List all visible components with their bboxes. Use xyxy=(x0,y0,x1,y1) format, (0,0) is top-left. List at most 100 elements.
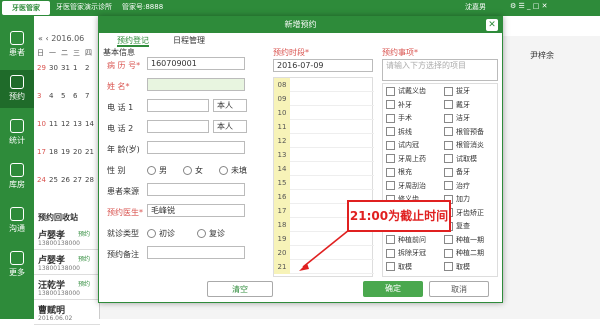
radio-icon xyxy=(183,166,192,175)
calendar-day[interactable]: 25 xyxy=(49,176,58,184)
clear-button[interactable]: 清空 xyxy=(207,281,273,297)
form-input-6[interactable] xyxy=(147,183,245,196)
calendar-day[interactable]: 21 xyxy=(85,148,94,156)
form-input-3[interactable] xyxy=(147,120,209,133)
item-label: 牙周刮治 xyxy=(398,181,426,190)
form-input-9[interactable] xyxy=(147,246,245,259)
date-picker[interactable]: 2016-07-09 xyxy=(273,59,373,72)
calendar-day[interactable]: 6 xyxy=(73,92,77,100)
calendar-day[interactable]: 30 xyxy=(49,64,58,72)
cancel-button[interactable]: 取消 xyxy=(429,281,489,297)
item-checkbox[interactable]: 种植一期 xyxy=(444,235,484,245)
calendar-day[interactable]: 26 xyxy=(61,176,70,184)
time-slot[interactable]: 11 xyxy=(274,120,374,134)
relation-select[interactable]: 本人 xyxy=(213,99,247,112)
time-slot[interactable]: 12 xyxy=(274,134,374,148)
patient-card[interactable]: 曹赋明 2016.06.02 xyxy=(34,301,100,325)
sidebar-item-0[interactable]: 患者 xyxy=(0,26,34,64)
window-controls[interactable]: ⚙ ☰ _ □ ✕ xyxy=(510,2,547,10)
calendar-day[interactable]: 29 xyxy=(37,64,46,72)
form-input-4[interactable] xyxy=(147,141,245,154)
item-checkbox[interactable]: 试内冠 xyxy=(386,140,419,150)
checkbox-icon xyxy=(386,100,395,109)
form-input-1[interactable] xyxy=(147,78,245,91)
item-checkbox[interactable]: 牙周刮治 xyxy=(386,181,426,191)
relation-select[interactable]: 本人 xyxy=(213,120,247,133)
confirm-button[interactable]: 确定 xyxy=(363,281,423,297)
calendar-day[interactable]: 10 xyxy=(37,120,46,128)
item-checkbox[interactable]: 取模 xyxy=(444,262,470,272)
sidebar-item-3[interactable]: 库房 xyxy=(0,158,34,196)
form-input-2[interactable] xyxy=(147,99,209,112)
clinic-name: 牙医管家演示诊所 xyxy=(56,3,112,11)
item-checkbox[interactable]: 根管预备 xyxy=(444,127,484,137)
items-search-placeholder: 请输入下方选择的项目 xyxy=(386,61,466,70)
manager-id: 管家号:8888 xyxy=(122,3,164,11)
calendar-day[interactable]: 27 xyxy=(73,176,82,184)
item-checkbox[interactable]: 拆线 xyxy=(386,127,412,137)
tab-register[interactable]: 预约登记 xyxy=(117,35,149,47)
calendar-day[interactable]: 19 xyxy=(61,148,70,156)
patient-card[interactable]: 卢婴孝 预约 13800138000 xyxy=(34,251,100,275)
user-name[interactable]: 沈嘉男 xyxy=(465,2,486,12)
calendar-day[interactable]: 14 xyxy=(85,120,94,128)
gender-label: 女 xyxy=(195,166,203,175)
item-checkbox[interactable]: 补牙 xyxy=(386,100,412,110)
time-slot[interactable]: 14 xyxy=(274,162,374,176)
time-slot[interactable]: 09 xyxy=(274,92,374,106)
time-slot[interactable]: 15 xyxy=(274,176,374,190)
calendar-day[interactable]: 18 xyxy=(49,148,58,156)
item-checkbox[interactable]: 治疗 xyxy=(444,181,470,191)
calendar-day[interactable]: 20 xyxy=(73,148,82,156)
visit-type-option[interactable]: 初诊 xyxy=(147,228,175,239)
form-input-0[interactable]: 160709001 xyxy=(147,57,245,70)
visit-type-option[interactable]: 复诊 xyxy=(197,228,225,239)
item-checkbox[interactable]: 手术 xyxy=(386,113,412,123)
close-icon[interactable]: ✕ xyxy=(486,19,498,31)
calendar-day[interactable]: 3 xyxy=(37,92,41,100)
calendar-day[interactable]: 2 xyxy=(85,64,89,72)
item-checkbox[interactable]: 试取模 xyxy=(444,154,477,164)
form-input-7[interactable]: 毛峰锐 xyxy=(147,204,245,217)
month-nav[interactable]: « ‹ 2016.06 xyxy=(38,34,84,43)
patient-card[interactable]: 卢婴孝 预约 13800138000 xyxy=(34,226,100,250)
item-checkbox[interactable]: 根管消炎 xyxy=(444,140,484,150)
item-checkbox[interactable]: 戴牙 xyxy=(444,100,470,110)
item-checkbox[interactable]: 根充 xyxy=(386,167,412,177)
item-checkbox[interactable]: 牙周上药 xyxy=(386,154,426,164)
item-checkbox[interactable]: 种植二期 xyxy=(444,248,484,258)
calendar-day[interactable]: 24 xyxy=(37,176,46,184)
calendar-day[interactable]: 5 xyxy=(61,92,65,100)
item-checkbox[interactable]: 拔牙 xyxy=(444,86,470,96)
tab-schedule[interactable]: 日程管理 xyxy=(173,35,205,47)
time-slot[interactable]: 13 xyxy=(274,148,374,162)
item-checkbox[interactable]: 拆除牙冠 xyxy=(386,248,426,258)
patient-card[interactable]: 汪乾学 预约 13800138000 xyxy=(34,276,100,300)
time-slot[interactable]: 08 xyxy=(274,78,374,92)
sidebar-item-2[interactable]: 统计 xyxy=(0,114,34,152)
time-slot[interactable]: 10 xyxy=(274,106,374,120)
calendar-day[interactable]: 17 xyxy=(37,148,46,156)
sidebar-icon-4 xyxy=(10,207,24,221)
calendar-day[interactable]: 4 xyxy=(49,92,53,100)
sidebar-item-5[interactable]: 更多 xyxy=(0,246,34,284)
gender-option[interactable]: 女 xyxy=(183,165,203,176)
calendar-day[interactable]: 1 xyxy=(73,64,77,72)
gender-option[interactable]: 未填 xyxy=(219,165,247,176)
radio-icon xyxy=(147,166,156,175)
sidebar-item-1[interactable]: 预约 xyxy=(0,70,34,108)
calendar-day[interactable]: 13 xyxy=(73,120,82,128)
calendar-day[interactable]: 31 xyxy=(61,64,70,72)
gender-option[interactable]: 男 xyxy=(147,165,167,176)
items-search-input[interactable]: 请输入下方选择的项目 xyxy=(382,59,498,81)
calendar-day[interactable]: 11 xyxy=(49,120,58,128)
item-checkbox[interactable]: 种植前问 xyxy=(386,235,426,245)
item-checkbox[interactable]: 洁牙 xyxy=(444,113,470,123)
sidebar-item-4[interactable]: 沟通 xyxy=(0,202,34,240)
item-checkbox[interactable]: 试戴义齿 xyxy=(386,86,426,96)
calendar-day[interactable]: 28 xyxy=(85,176,94,184)
calendar-day[interactable]: 12 xyxy=(61,120,70,128)
item-checkbox[interactable]: 备牙 xyxy=(444,167,470,177)
calendar-day[interactable]: 7 xyxy=(85,92,89,100)
item-checkbox[interactable]: 取模 xyxy=(386,262,412,272)
